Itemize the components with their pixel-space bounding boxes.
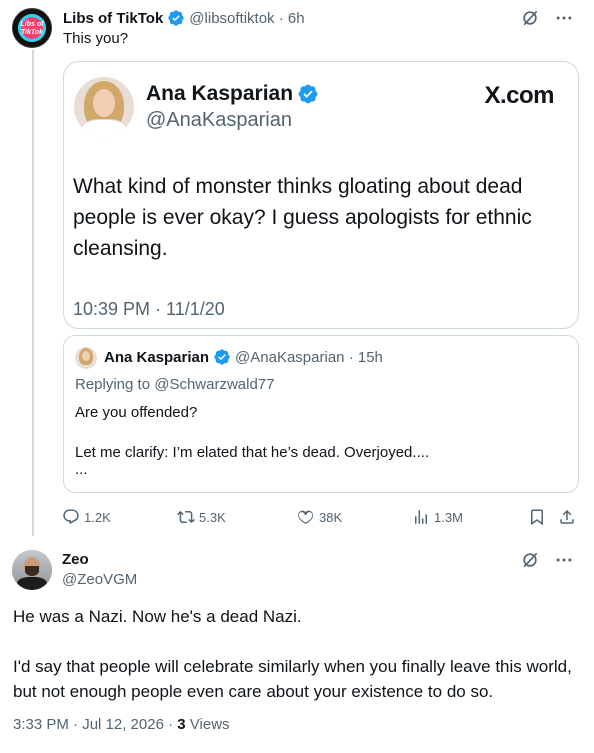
avatar-logo-text-1: Libs of xyxy=(20,21,44,28)
repost-count: 5.3K xyxy=(199,509,226,525)
avatar-zeo[interactable] xyxy=(12,550,52,590)
like-button[interactable]: 38K xyxy=(297,506,342,528)
reply-timestamp[interactable]: 3:33 PM · Jul 12, 2026 · xyxy=(13,716,173,733)
verified-badge-icon xyxy=(214,349,230,365)
repost-button[interactable]: 5.3K xyxy=(177,506,226,528)
grok-icon[interactable] xyxy=(520,8,540,28)
avatar-ring xyxy=(18,14,46,42)
reply-author-handle[interactable]: @ZeoVGM xyxy=(62,571,137,588)
avatar-ana-kasparian-large xyxy=(74,77,134,137)
original-tweet-header: Libs of TikTok @libsoftiktok · 6h xyxy=(63,8,305,28)
quoted-author-handle: @AnaKasparian xyxy=(235,348,345,366)
thread-line xyxy=(32,50,34,536)
quoted-line-1: Are you offended? xyxy=(75,404,198,421)
original-tweet-top-icons xyxy=(520,8,574,28)
screenshot-author-handle: @AnaKasparian xyxy=(146,109,292,131)
quoted-tweet-header: Ana Kasparian @AnaKasparian · 15h xyxy=(104,348,383,366)
reply-tweet-meta: 3:33 PM · Jul 12, 2026 · 3 Views xyxy=(13,716,230,733)
tweet-actions: 1.2K 5.3K 38K 1.3M xyxy=(60,506,580,528)
screenshot-author-name: Ana Kasparian xyxy=(146,82,323,106)
separator-dot: · xyxy=(348,348,354,366)
reply-author-name[interactable]: Zeo xyxy=(62,551,89,568)
grok-icon[interactable] xyxy=(520,550,540,570)
reply-button[interactable]: 1.2K xyxy=(62,506,111,528)
more-icon[interactable] xyxy=(554,550,574,570)
tweet-text: This you? xyxy=(63,30,129,47)
repost-icon xyxy=(177,510,195,524)
verified-badge-icon xyxy=(168,10,184,26)
quoted-tweet-time: 15h xyxy=(357,348,383,366)
reply-views-label: Views xyxy=(189,716,230,733)
quoted-line-3: ... xyxy=(75,461,88,478)
quoted-tweet-text: Are you offended? Let me clarify: I’m el… xyxy=(75,403,429,477)
verified-badge-icon xyxy=(298,84,318,104)
author-name[interactable]: Libs of TikTok xyxy=(63,10,163,27)
author-handle[interactable]: @libsoftiktok xyxy=(189,10,274,27)
like-count: 38K xyxy=(319,509,343,525)
reply-icon xyxy=(63,509,79,525)
reply-count: 1.2K xyxy=(84,509,111,525)
source-logo: X.com xyxy=(484,82,554,109)
quoted-line-2: Let me clarify: I’m elated that he’s dea… xyxy=(75,444,430,461)
reply-tweet-top-icons xyxy=(520,550,574,570)
avatar-logo-text-2: TikTok xyxy=(20,29,44,36)
avatar-libs-of-tiktok[interactable]: Libs of TikTok xyxy=(12,8,52,48)
views-icon xyxy=(415,510,427,524)
quoted-tweet-card[interactable]: Ana Kasparian @AnaKasparian · 15h Replyi… xyxy=(63,335,579,493)
share-button[interactable] xyxy=(558,506,576,528)
more-icon[interactable] xyxy=(554,8,574,28)
views-button[interactable]: 1.3M xyxy=(412,506,463,528)
screenshot-timestamp: 10:39 PM · 11/1/20 xyxy=(73,299,225,319)
avatar-ana-kasparian-small xyxy=(75,347,97,369)
tweet-time[interactable]: 6h xyxy=(288,10,305,27)
replying-to: Replying to @Schwarzwald77 xyxy=(75,376,275,393)
reply-paragraph-1: He was a Nazi. Now he's a dead Nazi. xyxy=(13,607,302,626)
reply-paragraph-2: I'd say that people will celebrate simil… xyxy=(13,657,572,701)
separator-dot: · xyxy=(278,9,284,27)
embedded-screenshot-card[interactable]: Ana Kasparian @AnaKasparian X.com What k… xyxy=(63,61,579,329)
quoted-author-name: Ana Kasparian xyxy=(104,348,210,366)
bookmark-button[interactable] xyxy=(528,506,546,528)
share-icon xyxy=(560,509,574,524)
views-count: 1.3M xyxy=(434,509,463,525)
screenshot-body: What kind of monster thinks gloating abo… xyxy=(73,175,532,260)
bookmark-icon xyxy=(531,509,543,526)
reply-tweet-text: He was a Nazi. Now he's a dead Nazi. I'd… xyxy=(13,604,583,704)
reply-views-count: 3 xyxy=(177,716,186,733)
like-icon xyxy=(298,510,314,524)
